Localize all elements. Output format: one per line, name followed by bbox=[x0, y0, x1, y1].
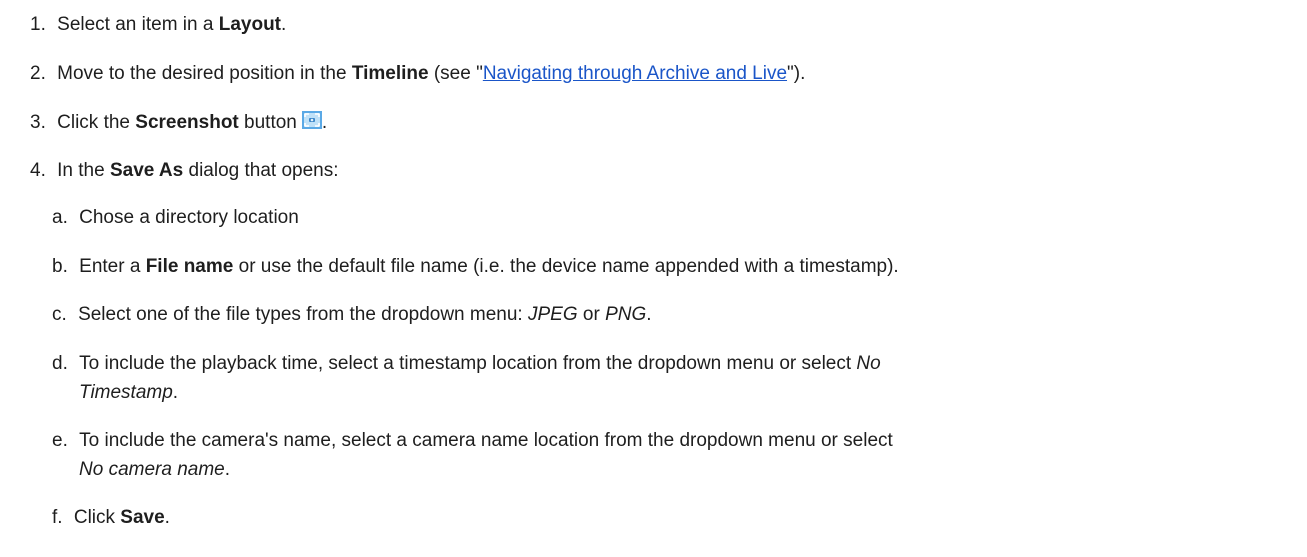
no-timestamp-term-part1: No bbox=[856, 353, 881, 374]
layout-term: Layout bbox=[218, 14, 282, 35]
step-number: 4. bbox=[30, 160, 46, 181]
save-as-term: Save As bbox=[109, 160, 184, 181]
substep-letter: e. bbox=[52, 430, 68, 451]
jpeg-term: JPEG bbox=[528, 304, 578, 325]
substep-e: e. To include the camera's name, select … bbox=[52, 429, 893, 453]
substep-d: d. To include the playback time, select … bbox=[52, 352, 881, 376]
substep-letter: f. bbox=[52, 507, 63, 528]
substep-text: Select one of the file types from the dr… bbox=[78, 304, 528, 325]
substep-text: To include the camera's name, select a c… bbox=[79, 430, 893, 451]
file-name-term: File name bbox=[145, 256, 234, 277]
substep-punct: . bbox=[646, 304, 652, 325]
substep-text: To include the playback time, select a t… bbox=[79, 353, 857, 374]
png-term: PNG bbox=[605, 304, 647, 325]
substep-e-continuation: No camera name. bbox=[79, 458, 230, 482]
step-text-button: button bbox=[238, 112, 297, 133]
substep-punct: . bbox=[164, 507, 170, 528]
step-number: 3. bbox=[30, 112, 46, 133]
step-text: Move to the desired position in the bbox=[57, 63, 352, 84]
substep-letter: b. bbox=[52, 256, 68, 277]
step-text: dialog that opens: bbox=[183, 160, 339, 181]
step-2: 2. Move to the desired position in the T… bbox=[30, 62, 805, 86]
substep-punct: . bbox=[172, 382, 179, 403]
step-punct: . bbox=[321, 112, 328, 133]
step-number: 2. bbox=[30, 63, 46, 84]
step-text: In the bbox=[57, 160, 110, 181]
substep-text: Chose a directory location bbox=[79, 207, 299, 228]
substep-text: Enter a bbox=[79, 256, 146, 277]
step-text-see: (see " bbox=[428, 63, 483, 84]
substep-a: a. Chose a directory location bbox=[52, 206, 299, 230]
substep-punct: . bbox=[224, 459, 231, 480]
substep-letter: c. bbox=[52, 304, 67, 325]
step-text: Select an item in a bbox=[57, 14, 219, 35]
save-term: Save bbox=[120, 507, 165, 528]
step-number: 1. bbox=[30, 14, 46, 35]
step-punct: "). bbox=[787, 63, 806, 84]
screenshot-icon bbox=[301, 111, 322, 129]
step-punct: . bbox=[281, 14, 287, 35]
substep-text: or bbox=[577, 304, 606, 325]
substep-text: or use the default file name (i.e. the d… bbox=[233, 256, 899, 277]
step-1: 1. Select an item in a Layout. bbox=[30, 13, 286, 37]
substep-text: Click bbox=[73, 507, 121, 528]
timeline-term: Timeline bbox=[351, 63, 429, 84]
instructions-document: 1. Select an item in a Layout. 2. Move t… bbox=[0, 0, 1307, 557]
no-camera-name-term: No camera name bbox=[79, 459, 225, 480]
step-3: 3. Click the Screenshot button . bbox=[30, 111, 327, 135]
step-4: 4. In the Save As dialog that opens: bbox=[30, 159, 339, 183]
step-text: Click the bbox=[57, 112, 136, 133]
navigating-archive-live-link[interactable]: Navigating through Archive and Live bbox=[483, 63, 787, 84]
substep-letter: a. bbox=[52, 207, 68, 228]
substep-d-continuation: Timestamp. bbox=[79, 381, 178, 405]
substep-b: b. Enter a File name or use the default … bbox=[52, 255, 899, 279]
substep-f: f. Click Save. bbox=[52, 506, 170, 530]
substep-letter: d. bbox=[52, 353, 68, 374]
screenshot-term: Screenshot bbox=[135, 112, 239, 133]
no-timestamp-term-part2: Timestamp bbox=[79, 382, 173, 403]
substep-c: c. Select one of the file types from the… bbox=[52, 303, 652, 327]
